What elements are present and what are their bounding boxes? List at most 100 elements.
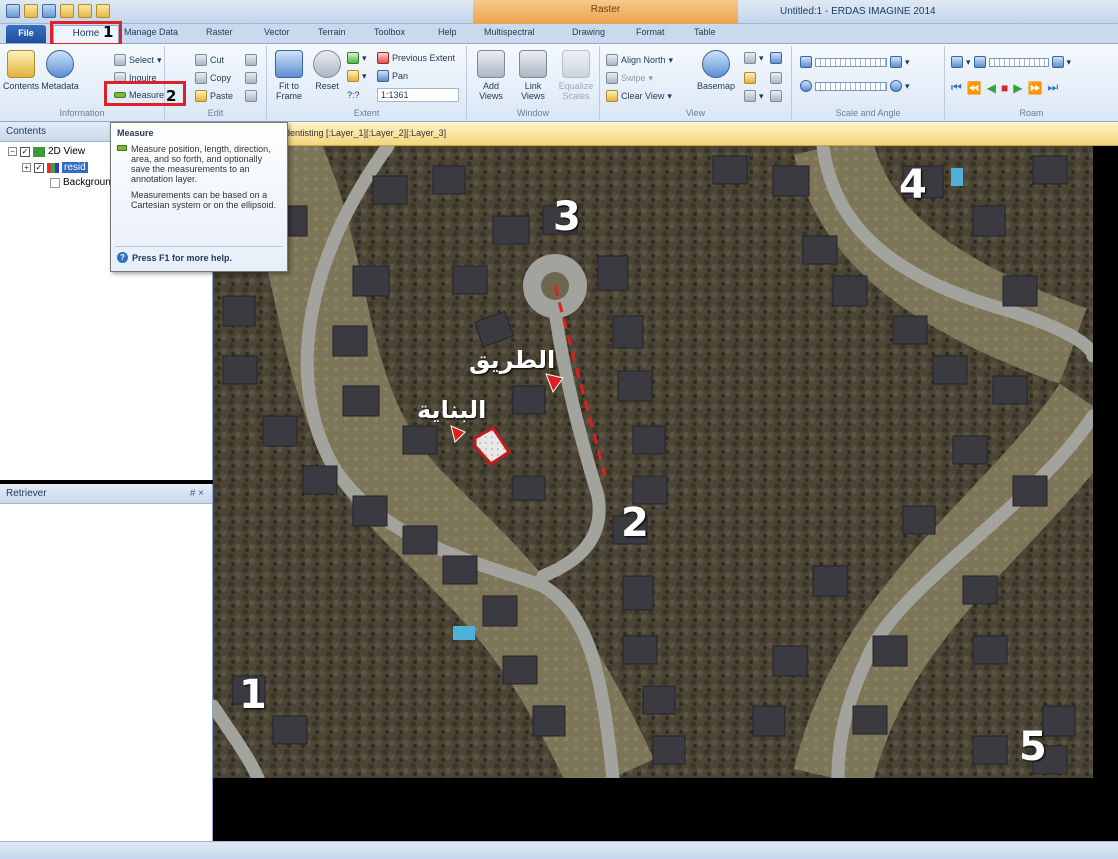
swipe-button[interactable]: Swipe ▾ xyxy=(606,72,653,84)
roam-slider[interactable] xyxy=(988,57,1049,67)
paste-icon xyxy=(195,90,207,102)
play-icon[interactable]: ▶ xyxy=(1013,81,1022,95)
link-views-button[interactable]: Link Views xyxy=(513,50,553,101)
view-option-4[interactable]: ▾ xyxy=(744,90,764,102)
map-view[interactable]: الطريق البناية 3 4 2 1 5 xyxy=(213,146,1093,778)
title-bar: Raster Untitled:1 - ERDAS IMAGINE 2014 xyxy=(0,0,1118,24)
contents-button[interactable]: Contents xyxy=(2,50,40,91)
cut-button[interactable]: Cut xyxy=(195,54,224,66)
tab-raster[interactable]: Raster xyxy=(206,27,233,37)
play-reverse-icon[interactable]: ◀ xyxy=(987,81,996,95)
link-icon xyxy=(519,50,547,78)
viewer-title-bar: identisting [:Layer_1][:Layer_2][:Layer_… xyxy=(213,122,1118,146)
tree-item-2d-view[interactable]: − ✓ 2D View xyxy=(8,146,85,157)
select-icon xyxy=(114,54,126,66)
tab-table[interactable]: Table xyxy=(694,27,716,37)
stop-icon[interactable]: ■ xyxy=(1001,81,1008,95)
tab-terrain[interactable]: Terrain xyxy=(318,27,346,37)
expand-icon[interactable]: + xyxy=(22,163,31,172)
area-number-1: 1 xyxy=(239,672,267,718)
checkbox-resid[interactable]: ✓ xyxy=(34,162,44,173)
delete-button[interactable] xyxy=(245,54,257,66)
zoom-tools-button[interactable]: ▾ xyxy=(744,52,764,64)
pan-button[interactable]: Pan xyxy=(377,70,408,82)
equalize-scales-button[interactable]: Equalize Scales xyxy=(555,50,597,101)
app-icon[interactable] xyxy=(6,4,20,18)
tab-manage-data[interactable]: Manage Data xyxy=(124,27,178,37)
tab-file[interactable]: File xyxy=(6,25,46,43)
add-views-icon xyxy=(477,50,505,78)
tree-item-resid[interactable]: + ✓ resid xyxy=(22,162,88,173)
metadata-label: Metadata xyxy=(41,81,79,91)
metadata-button[interactable]: Metadata xyxy=(40,50,80,91)
swipe-icon xyxy=(606,72,618,84)
roam-mode-button[interactable]: ▾ xyxy=(347,70,367,82)
paste-button[interactable]: Paste xyxy=(195,90,233,102)
basemap-button[interactable]: Basemap xyxy=(696,50,736,91)
group-label-edit: Edit xyxy=(207,108,224,118)
tab-help[interactable]: Help xyxy=(438,27,457,37)
angle-slider[interactable] xyxy=(815,81,887,91)
fit-to-frame-button[interactable]: Fit to Frame xyxy=(269,50,309,101)
collapse-icon[interactable]: − xyxy=(8,147,17,156)
view-option-3[interactable] xyxy=(770,72,782,84)
tab-drawing[interactable]: Drawing xyxy=(572,27,605,37)
view-option-5[interactable] xyxy=(770,90,782,102)
roam-slider-row[interactable]: ▾ ▾ xyxy=(951,56,1071,68)
select-button[interactable]: Select ▾ xyxy=(114,54,162,66)
reset-button[interactable]: Reset xyxy=(309,50,345,91)
panel-pin-close-controls[interactable]: # × xyxy=(190,488,204,499)
redo-icon[interactable] xyxy=(78,4,92,18)
group-window: Add Views Link Views Equalize Scales Win… xyxy=(467,46,600,120)
zoom-button[interactable]: ▾ xyxy=(347,52,367,64)
tab-format[interactable]: Format xyxy=(636,27,665,37)
view-option-1[interactable] xyxy=(770,52,782,64)
previous-extent-button[interactable]: Previous Extent xyxy=(377,52,455,64)
checkbox-2d-view[interactable]: ✓ xyxy=(20,146,30,157)
redo-button[interactable] xyxy=(245,90,257,102)
angle-slider-row[interactable]: ▾ xyxy=(800,80,910,92)
step-forward-icon[interactable]: ⏩ xyxy=(1027,81,1042,95)
zoom-icon xyxy=(347,52,359,64)
status-bar xyxy=(0,841,1118,859)
contents-label: Contents xyxy=(2,81,40,91)
undo-icon[interactable] xyxy=(60,4,74,18)
scale-input[interactable]: 1:1361 xyxy=(377,88,459,102)
tab-toolbox[interactable]: Toolbox xyxy=(374,27,405,37)
group-label-extent: Extent xyxy=(353,108,380,118)
copy-button[interactable]: Copy xyxy=(195,72,231,84)
ribbon-tab-row: File Home Manage Data Raster Vector Terr… xyxy=(0,24,1118,45)
tab-vector[interactable]: Vector xyxy=(264,27,290,37)
undo-button[interactable] xyxy=(245,72,257,84)
scale-prefix[interactable]: ?:? xyxy=(347,90,360,100)
tree-label-resid: resid xyxy=(62,162,88,173)
scale-slider-row[interactable]: ▾ xyxy=(800,56,910,68)
tree-item-background[interactable]: Background xyxy=(50,177,116,188)
open-icon[interactable] xyxy=(24,4,38,18)
step-back-icon[interactable]: ⏪ xyxy=(967,81,982,95)
scale-slider[interactable] xyxy=(815,57,887,67)
view-option-4-icon xyxy=(744,90,756,102)
label-road: الطريق xyxy=(469,346,556,374)
context-tab-group: Raster xyxy=(473,0,738,24)
group-view: Align North ▾ Swipe ▾ Clear View ▾ Basemap … xyxy=(600,46,792,120)
checkbox-background[interactable] xyxy=(50,177,60,188)
first-frame-icon[interactable]: ⏮ xyxy=(951,80,962,95)
qat-customize-icon[interactable] xyxy=(96,4,110,18)
align-north-button[interactable]: Align North ▾ xyxy=(606,54,673,66)
last-frame-icon[interactable]: ⏭ xyxy=(1047,80,1058,95)
window-title: Untitled:1 - ERDAS IMAGINE 2014 xyxy=(780,6,936,17)
globe-icon xyxy=(702,50,730,78)
clear-view-button[interactable]: Clear View ▾ xyxy=(606,90,672,102)
link-views-label: Link Views xyxy=(521,81,545,101)
quick-access-toolbar xyxy=(6,4,110,18)
group-label-window: Window xyxy=(516,108,549,118)
raster-layer-icon xyxy=(47,162,59,173)
tree-label-background: Background xyxy=(63,177,117,188)
view-option-3-icon xyxy=(770,72,782,84)
add-views-button[interactable]: Add Views xyxy=(471,50,511,101)
save-icon[interactable] xyxy=(42,4,56,18)
rotate-icon xyxy=(800,80,812,92)
tab-multispectral[interactable]: Multispectral xyxy=(484,27,535,37)
view-option-2[interactable] xyxy=(744,72,756,84)
